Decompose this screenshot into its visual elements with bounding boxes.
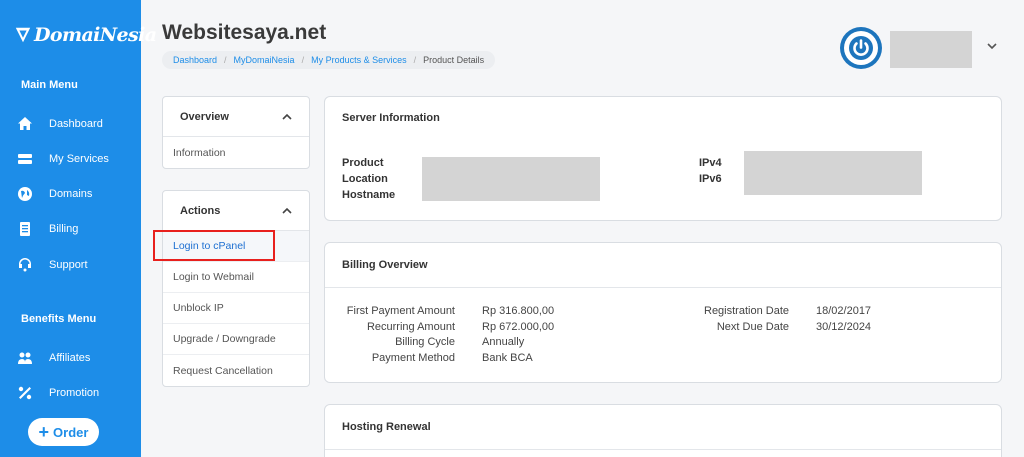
label-ipv6: IPv6 bbox=[699, 173, 722, 185]
label-billing-cycle: Billing Cycle bbox=[395, 336, 455, 348]
user-name-redacted bbox=[890, 31, 972, 68]
sidebar-item-dashboard[interactable]: Dashboard bbox=[16, 113, 103, 135]
sidebar-item-label: Dashboard bbox=[49, 118, 103, 130]
sidebar-item-billing[interactable]: Billing bbox=[16, 218, 78, 240]
action-login-webmail[interactable]: Login to Webmail bbox=[163, 262, 309, 293]
avatar[interactable] bbox=[840, 27, 882, 69]
billing-title: Billing Overview bbox=[342, 259, 428, 271]
overview-item-information[interactable]: Information bbox=[163, 137, 309, 168]
sidebar-item-domains[interactable]: Domains bbox=[16, 183, 92, 205]
value-first-payment: Rp 316.800,00 bbox=[482, 305, 555, 317]
label-ipv4: IPv4 bbox=[699, 157, 722, 169]
ip-details-redacted bbox=[744, 151, 922, 195]
globe-icon bbox=[16, 185, 34, 203]
breadcrumb-dashboard[interactable]: Dashboard bbox=[173, 55, 217, 65]
breadcrumb: Dashboard / MyDomaiNesia / My Products &… bbox=[162, 51, 496, 69]
value-registration-date: 18/02/2017 bbox=[816, 305, 872, 317]
server-details-redacted bbox=[422, 157, 600, 201]
value-recurring-amount: Rp 672.000,00 bbox=[482, 321, 555, 333]
actions-panel: Actions Login to cPanel Login to Webmail… bbox=[162, 190, 310, 387]
breadcrumb-separator: / bbox=[413, 55, 417, 65]
overview-panel-header[interactable]: Overview bbox=[163, 97, 309, 137]
sidebar-item-label: Support bbox=[49, 259, 88, 271]
sidebar-item-support[interactable]: Support bbox=[16, 254, 88, 276]
label-product: Product bbox=[342, 157, 384, 169]
server-info-title: Server Information bbox=[342, 112, 440, 124]
actions-panel-header[interactable]: Actions bbox=[163, 191, 309, 231]
label-recurring-amount: Recurring Amount bbox=[366, 321, 455, 333]
sidebar-item-promotion[interactable]: Promotion bbox=[16, 382, 99, 404]
label-next-due-date: Next Due Date bbox=[716, 321, 789, 333]
order-button[interactable]: + Order bbox=[28, 418, 99, 446]
logo-mark-icon bbox=[15, 27, 31, 43]
breadcrumb-mydomainesia[interactable]: MyDomaiNesia bbox=[234, 55, 295, 65]
page-title: Websitesaya.net bbox=[162, 21, 327, 44]
action-unblock-ip[interactable]: Unblock IP bbox=[163, 293, 309, 324]
breadcrumb-separator: / bbox=[301, 55, 305, 65]
highlight-box bbox=[153, 230, 275, 261]
sidebar-item-label: My Services bbox=[49, 153, 109, 165]
hosting-renewal-card: Hosting Renewal bbox=[324, 404, 1002, 457]
chevron-up-icon bbox=[282, 113, 292, 120]
server-information-card: Server Information Product Location Host… bbox=[324, 96, 1002, 221]
hosting-renewal-title: Hosting Renewal bbox=[342, 421, 431, 433]
sidebar-item-affiliates[interactable]: Affiliates bbox=[16, 347, 90, 369]
label-payment-method: Payment Method bbox=[371, 352, 455, 364]
headset-icon bbox=[16, 256, 34, 274]
sidebar-item-label: Affiliates bbox=[49, 352, 91, 364]
label-first-payment: First Payment Amount bbox=[346, 305, 455, 317]
home-icon bbox=[16, 115, 34, 133]
sidebar-item-label: Billing bbox=[49, 223, 79, 235]
affiliates-icon bbox=[16, 349, 34, 367]
overview-panel: Overview Information bbox=[162, 96, 310, 169]
sidebar-item-my-services[interactable]: My Services bbox=[16, 148, 109, 170]
overview-title: Overview bbox=[180, 110, 229, 123]
actions-title: Actions bbox=[180, 204, 221, 217]
chevron-down-icon[interactable] bbox=[985, 39, 999, 53]
sidebar: DomaiNesia Main Menu Dashboard My Servic… bbox=[0, 0, 157, 457]
breadcrumb-current: Product Details bbox=[423, 55, 485, 65]
label-hostname: Hostname bbox=[342, 189, 396, 201]
brand-name: DomaiNesia bbox=[34, 24, 157, 46]
sidebar-item-label: Domains bbox=[49, 188, 93, 200]
label-registration-date: Registration Date bbox=[704, 305, 789, 317]
order-button-label: Order bbox=[53, 424, 89, 440]
breadcrumb-separator: / bbox=[224, 55, 227, 65]
billing-overview-card: Billing Overview First Payment Amount Re… bbox=[324, 242, 1002, 383]
brand-logo[interactable]: DomaiNesia bbox=[14, 24, 157, 46]
chevron-up-icon bbox=[282, 207, 292, 214]
sidebar-item-label: Promotion bbox=[49, 387, 100, 399]
benefits-menu-heading: Benefits Menu bbox=[21, 313, 97, 325]
action-upgrade-downgrade[interactable]: Upgrade / Downgrade bbox=[163, 324, 309, 355]
value-next-due-date: 30/12/2024 bbox=[816, 321, 872, 333]
label-location: Location bbox=[342, 173, 388, 185]
breadcrumb-my-products[interactable]: My Products & Services bbox=[311, 55, 407, 65]
percent-icon bbox=[16, 384, 34, 402]
power-icon bbox=[849, 36, 873, 60]
server-icon bbox=[16, 150, 34, 168]
action-request-cancellation[interactable]: Request Cancellation bbox=[163, 355, 309, 386]
value-payment-method: Bank BCA bbox=[482, 352, 533, 364]
invoice-icon bbox=[16, 220, 34, 238]
main-menu-heading: Main Menu bbox=[21, 79, 78, 91]
value-billing-cycle: Annually bbox=[482, 336, 525, 348]
plus-icon: + bbox=[38, 422, 50, 442]
